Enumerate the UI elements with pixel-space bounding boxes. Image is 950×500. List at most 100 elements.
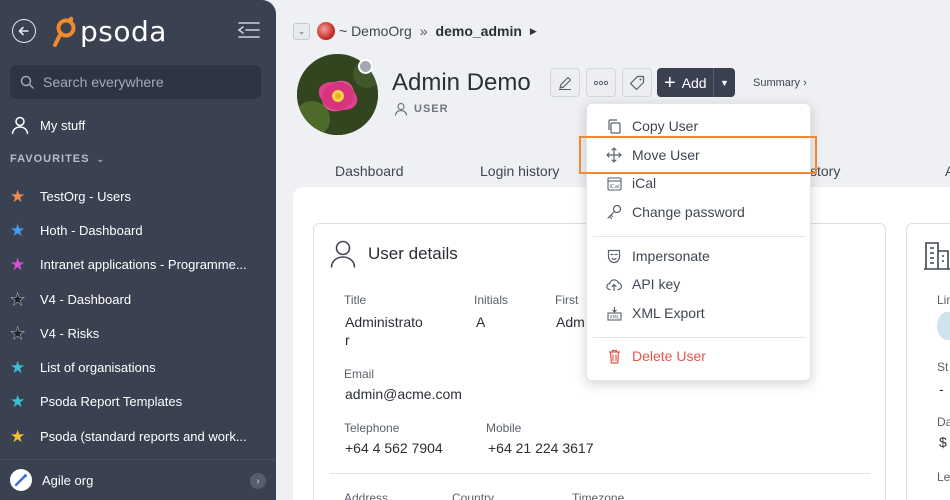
ellipsis-icon <box>593 80 609 85</box>
side-card-value: - <box>939 381 944 397</box>
tab-dashboard[interactable]: Dashboard <box>335 163 404 179</box>
favourite-item[interactable]: ★ V4 - Risks <box>10 316 268 350</box>
add-label: Add <box>681 74 707 91</box>
favourite-item[interactable]: ★ List of organisations <box>10 350 268 384</box>
menu-item-api-key[interactable]: API key <box>605 274 680 294</box>
field-label-address: Address <box>344 491 389 500</box>
pencil-icon <box>559 76 572 90</box>
menu-item-impersonate[interactable]: Impersonate <box>605 246 710 266</box>
field-label-title: Title <box>344 293 367 307</box>
tag-icon <box>629 75 645 90</box>
star-icon: ★ <box>10 358 26 378</box>
favourites-heading[interactable]: FAVOURITES ⌄ <box>10 153 105 165</box>
field-label-timezone: Timezone <box>572 491 625 500</box>
psoda-logo-icon <box>53 16 76 47</box>
tab-more[interactable]: A <box>945 163 950 179</box>
star-icon: ★ <box>10 426 26 446</box>
sidebar-header: psoda <box>0 0 276 58</box>
my-stuff-link[interactable]: My stuff <box>10 114 85 136</box>
arrow-left-icon <box>18 26 29 36</box>
field-value-title: Administrato <box>345 314 423 330</box>
presence-indicator <box>358 59 373 74</box>
breadcrumb-org[interactable]: ~ DemoOrg <box>339 23 412 39</box>
chevron-down-icon[interactable]: ▼ <box>713 68 735 97</box>
org-name: Agile org <box>42 472 94 488</box>
caret-right-icon[interactable]: ▶ <box>530 26 537 37</box>
ical-icon: iCal <box>605 174 623 192</box>
user-role: USER <box>394 102 449 116</box>
back-button[interactable] <box>12 19 36 43</box>
divider <box>330 473 870 474</box>
highlight-box <box>579 136 817 174</box>
favourite-item[interactable]: ★ TestOrg - Users <box>10 179 268 213</box>
collapse-sidebar-icon[interactable] <box>236 20 262 40</box>
star-icon: ★ <box>10 323 26 343</box>
star-icon: ★ <box>10 220 26 240</box>
star-icon: ★ <box>10 186 26 206</box>
field-value-title-wrap: r <box>345 332 350 348</box>
trash-icon <box>605 347 623 365</box>
menu-divider <box>593 337 805 338</box>
field-label-telephone: Telephone <box>344 421 400 435</box>
favourite-item[interactable]: ★ Intranet applications - Programme... <box>10 248 268 282</box>
user-icon <box>11 116 29 135</box>
field-label-initials: Initials <box>474 293 509 307</box>
field-value-mobile: +64 21 224 3617 <box>488 440 594 456</box>
org-switcher[interactable]: Agile org › <box>0 459 276 500</box>
menu-item-ical[interactable]: iCal iCal <box>605 173 656 193</box>
sidebar: psoda My stuff FAVOURITES ⌄ ★TestOrg - U… <box>0 0 276 500</box>
chevron-right-icon[interactable]: › <box>250 473 266 489</box>
favourite-item[interactable]: ★ V4 - Dashboard <box>10 282 268 316</box>
svg-text:XML: XML <box>609 314 619 320</box>
breadcrumb-toggle-button[interactable]: ⌄ <box>293 22 310 40</box>
copy-icon <box>605 117 623 135</box>
edit-button[interactable] <box>550 68 580 97</box>
chevron-down-icon: ⌄ <box>96 154 106 164</box>
org-icon <box>10 469 32 491</box>
key-icon <box>605 203 623 221</box>
tab-login-history[interactable]: Login history <box>480 163 559 179</box>
field-value-initials: A <box>476 314 486 330</box>
user-icon <box>394 102 408 116</box>
menu-item-copy-user[interactable]: Copy User <box>605 116 698 136</box>
search-input[interactable] <box>43 74 243 90</box>
field-label-mobile: Mobile <box>486 421 522 435</box>
menu-item-change-password[interactable]: Change password <box>605 202 745 222</box>
user-details-heading: User details <box>330 240 458 268</box>
star-icon: ★ <box>10 392 26 412</box>
menu-item-delete-user[interactable]: Delete User <box>605 346 706 366</box>
field-value-first: Adm <box>556 314 585 330</box>
xml-export-icon: XML <box>605 304 623 322</box>
psoda-logo[interactable]: psoda <box>52 14 167 48</box>
side-card-avatar <box>937 312 950 340</box>
breadcrumb-separator: » <box>419 23 428 39</box>
my-stuff-label: My stuff <box>40 117 86 133</box>
tag-button[interactable] <box>622 68 652 97</box>
side-card-label: Le <box>937 470 950 484</box>
building-icon <box>924 242 950 270</box>
more-options-button[interactable] <box>586 68 616 97</box>
add-button[interactable]: + Add ▼ <box>657 68 735 97</box>
favourite-item[interactable]: ★ Psoda (standard reports and work... <box>10 419 268 453</box>
field-value-email[interactable]: admin@acme.com <box>345 385 462 403</box>
menu-divider <box>593 236 805 237</box>
side-card-label: Lin <box>937 293 950 307</box>
favourite-item[interactable]: ★ Hoth - Dashboard <box>10 213 268 247</box>
field-label-email: Email <box>344 367 375 381</box>
svg-text:iCal: iCal <box>609 184 620 190</box>
summary-link[interactable]: Summary › <box>753 77 807 89</box>
logo-text: psoda <box>80 14 167 48</box>
page-title: Admin Demo <box>392 69 531 96</box>
breadcrumb: ⌄ ~ DemoOrg » demo_admin ▶ <box>293 20 537 42</box>
cloud-icon <box>605 275 623 293</box>
field-label-country: Country <box>452 491 495 500</box>
favourites-list: ★ TestOrg - Users ★ Hoth - Dashboard ★ Intr… <box>10 179 268 453</box>
search-box[interactable] <box>10 65 261 99</box>
breadcrumb-user[interactable]: demo_admin <box>436 23 522 39</box>
side-card-value: $ <box>939 434 947 450</box>
field-label-first: First <box>555 293 579 307</box>
menu-item-xml-export[interactable]: XML XML Export <box>605 303 705 323</box>
side-card-label: Da <box>937 415 950 429</box>
side-card-label: St <box>937 360 949 374</box>
favourite-item[interactable]: ★ Psoda Report Templates <box>10 385 268 419</box>
